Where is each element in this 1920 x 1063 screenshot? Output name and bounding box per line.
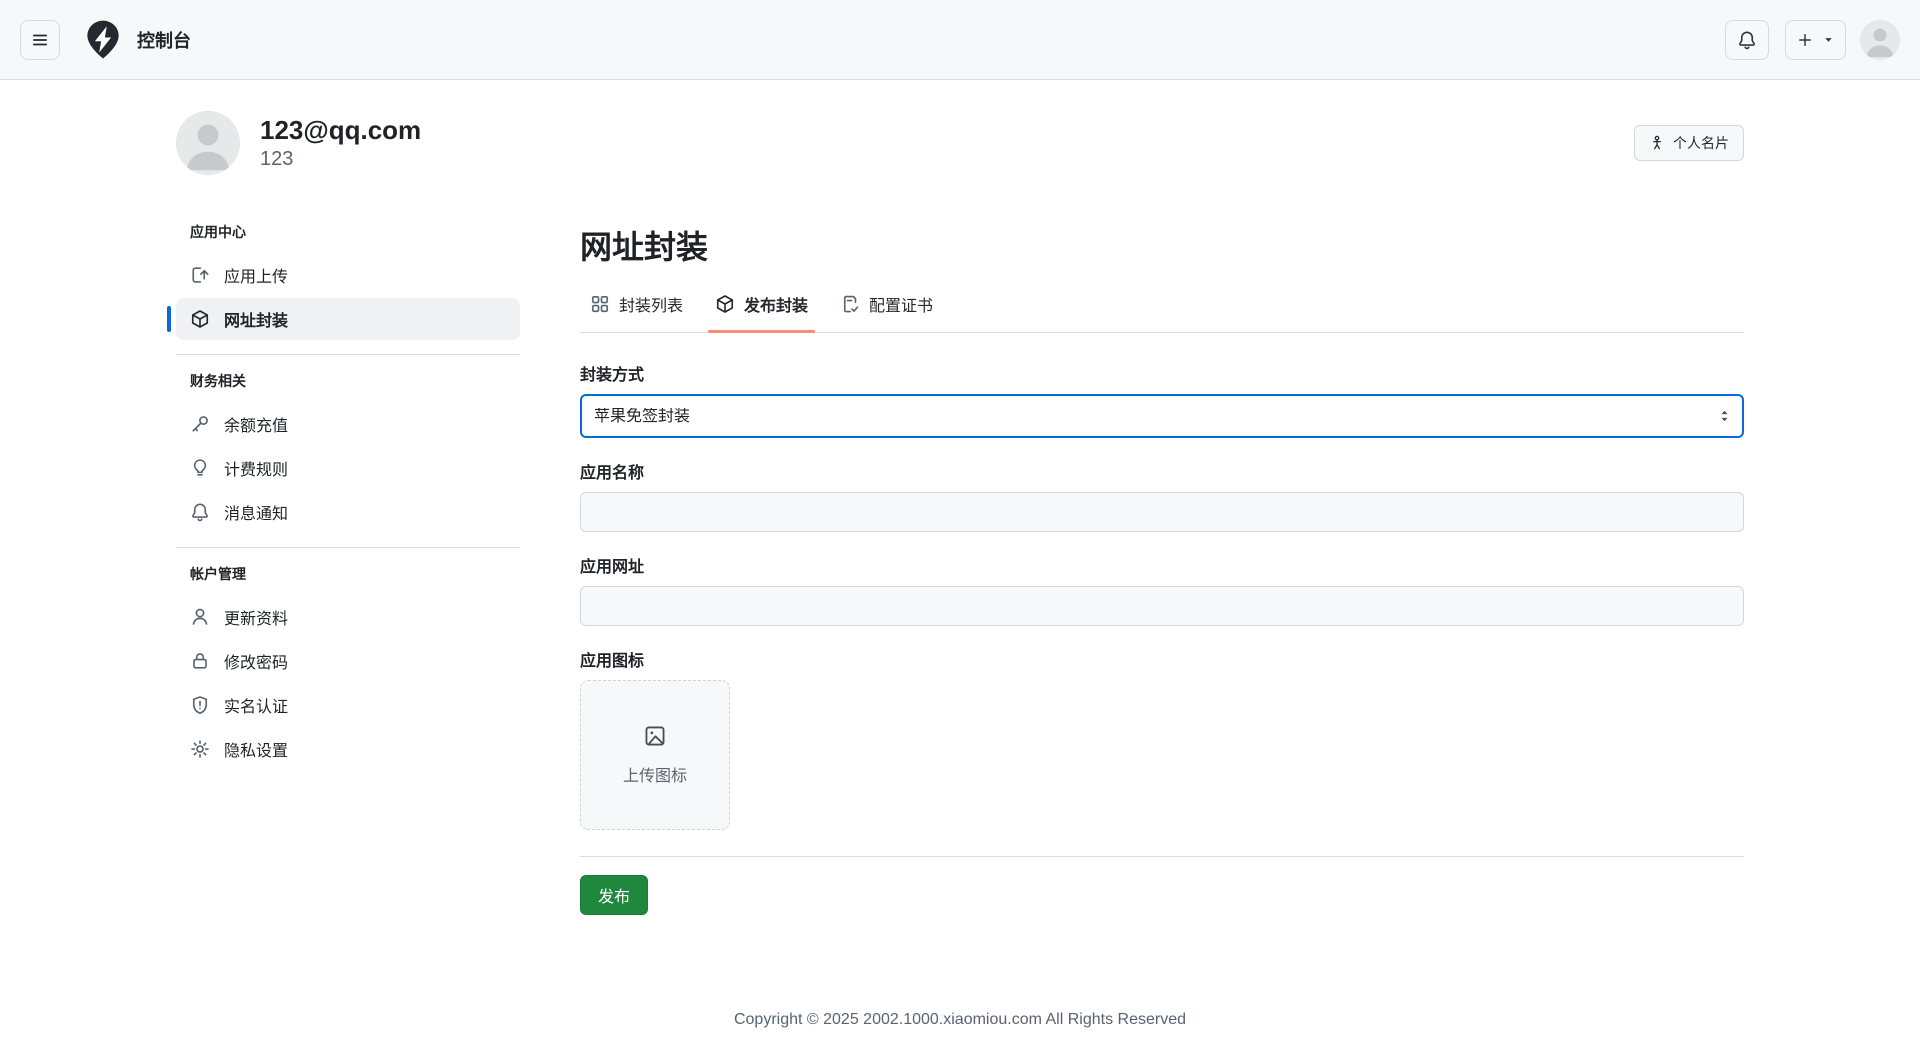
bell-icon xyxy=(1737,30,1757,50)
bell-icon xyxy=(190,502,210,522)
sidebar-item-label: 余额充值 xyxy=(224,412,288,436)
tab-package-list[interactable]: 封装列表 xyxy=(580,282,693,332)
package-method-label: 封装方式 xyxy=(580,361,1744,385)
main-content: 网址封装 封装列表 发布封装 xyxy=(580,222,1744,915)
sidebar-item-label: 计费规则 xyxy=(224,456,288,480)
sidebar-item-balance-recharge[interactable]: 余额充值 xyxy=(176,403,520,445)
apps-icon xyxy=(590,294,610,314)
form-divider xyxy=(580,856,1744,857)
header-avatar[interactable] xyxy=(1860,20,1900,60)
sidebar-item-app-upload[interactable]: 应用上传 xyxy=(176,254,520,296)
tab-label: 封装列表 xyxy=(619,292,683,316)
person-icon xyxy=(190,607,210,627)
person-badge-icon xyxy=(1649,135,1665,151)
default-avatar-icon xyxy=(176,111,240,175)
hamburger-menu-button[interactable] xyxy=(20,20,60,60)
default-avatar-icon xyxy=(1860,20,1900,60)
tab-configure-certificate[interactable]: 配置证书 xyxy=(830,282,943,332)
hamburger-icon xyxy=(31,31,49,49)
package-method-select[interactable]: 苹果免签封装 xyxy=(580,394,1744,438)
icon-upload-dropzone[interactable]: 上传图标 xyxy=(580,680,730,830)
app-name-label: 应用名称 xyxy=(580,459,1744,483)
app-logo-bolt-icon xyxy=(83,18,123,62)
lock-icon xyxy=(190,651,210,671)
package-icon xyxy=(190,309,210,329)
create-new-button[interactable] xyxy=(1785,20,1846,60)
sidebar-item-label: 实名认证 xyxy=(224,693,288,717)
tab-publish-package[interactable]: 发布封装 xyxy=(705,282,818,332)
shield-icon xyxy=(190,695,210,715)
publish-button[interactable]: 发布 xyxy=(580,875,648,915)
tab-label: 发布封装 xyxy=(744,292,808,316)
sidebar-item-label: 更新资料 xyxy=(224,605,288,629)
copyright-text: Copyright © 2025 2002.1000.xiaomiou.com … xyxy=(734,1011,1186,1028)
sidebar-item-label: 修改密码 xyxy=(224,649,288,673)
top-header: 控制台 xyxy=(0,0,1920,80)
sidebar-item-url-package[interactable]: 网址封装 xyxy=(176,298,520,340)
sidebar-divider xyxy=(176,354,520,355)
plus-icon xyxy=(1797,32,1813,48)
sidebar-item-update-profile[interactable]: 更新资料 xyxy=(176,596,520,638)
page-footer: Copyright © 2025 2002.1000.xiaomiou.com … xyxy=(0,1011,1920,1029)
tab-label: 配置证书 xyxy=(869,292,933,316)
sidebar-item-notifications[interactable]: 消息通知 xyxy=(176,491,520,533)
sidebar-item-label: 网址封装 xyxy=(224,307,288,331)
image-icon xyxy=(643,724,667,748)
sidebar-item-change-password[interactable]: 修改密码 xyxy=(176,640,520,682)
caret-down-icon xyxy=(1823,34,1834,45)
personal-card-label: 个人名片 xyxy=(1673,133,1729,153)
sidebar-item-label: 隐私设置 xyxy=(224,737,288,761)
app-name-input[interactable] xyxy=(580,492,1744,532)
personal-card-button[interactable]: 个人名片 xyxy=(1634,125,1744,161)
sidebar-section-title-account: 帐户管理 xyxy=(176,564,520,594)
sidebar-section-title-finance: 财务相关 xyxy=(176,371,520,401)
profile-avatar xyxy=(176,111,240,175)
sidebar-item-label: 消息通知 xyxy=(224,500,288,524)
app-icon-label: 应用图标 xyxy=(580,647,1744,671)
sidebar: 应用中心 应用上传 网址封装 财务相关 余额充值 xyxy=(176,222,520,772)
sidebar-item-privacy-settings[interactable]: 隐私设置 xyxy=(176,728,520,770)
upload-icon-label: 上传图标 xyxy=(623,762,687,786)
app-url-input[interactable] xyxy=(580,586,1744,626)
app-title: 控制台 xyxy=(137,27,191,53)
sidebar-section-title-app-center: 应用中心 xyxy=(176,222,520,252)
upload-icon xyxy=(190,265,210,285)
key-icon xyxy=(190,414,210,434)
gear-icon xyxy=(190,739,210,759)
sidebar-item-realname-verification[interactable]: 实名认证 xyxy=(176,684,520,726)
notifications-button[interactable] xyxy=(1725,20,1769,60)
file-check-icon xyxy=(840,294,860,314)
profile-header: 123@qq.com 123 个人名片 xyxy=(176,111,1744,175)
sidebar-item-billing-rules[interactable]: 计费规则 xyxy=(176,447,520,489)
publish-form: 封装方式 苹果免签封装 应用名称 应用网址 xyxy=(580,361,1744,915)
app-url-label: 应用网址 xyxy=(580,553,1744,577)
lightbulb-icon xyxy=(190,458,210,478)
sidebar-divider xyxy=(176,547,520,548)
sidebar-item-label: 应用上传 xyxy=(224,263,288,287)
tab-bar: 封装列表 发布封装 配置证书 xyxy=(580,282,1744,333)
profile-email: 123@qq.com xyxy=(260,115,421,146)
profile-username: 123 xyxy=(260,148,421,171)
page-title: 网址封装 xyxy=(580,222,1744,268)
package-icon xyxy=(715,294,735,314)
